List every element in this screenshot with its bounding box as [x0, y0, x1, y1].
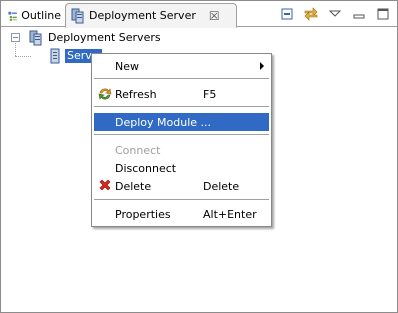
menu-item-label: Delete	[115, 179, 152, 193]
menu-item-accelerator: F5	[203, 87, 217, 101]
close-icon[interactable]: ☒	[209, 10, 220, 22]
tab-outline-label: Outline	[21, 9, 61, 22]
menu-item-properties[interactable]: Properties Alt+Enter	[94, 205, 269, 223]
menu-item-delete[interactable]: Delete Delete	[94, 177, 269, 195]
server-icon	[50, 48, 60, 64]
menu-item-disconnect[interactable]: Disconnect	[94, 159, 269, 177]
maximize-icon[interactable]	[375, 6, 391, 22]
collapse-all-icon[interactable]	[279, 6, 295, 22]
menu-item-label: Properties	[115, 207, 171, 221]
tab-outline[interactable]: Outline	[3, 4, 65, 27]
context-menu: New Refresh F5 Deploy Module ... Connect…	[91, 53, 272, 227]
menu-item-label: Deploy Module ...	[115, 115, 211, 129]
menu-item-label: Connect	[115, 143, 161, 157]
view-menu-icon[interactable]	[327, 6, 343, 22]
minimize-icon[interactable]	[351, 6, 367, 22]
menu-item-new[interactable]: New	[94, 57, 269, 75]
menu-item-refresh[interactable]: Refresh F5	[94, 85, 269, 103]
menu-item-label: Refresh	[115, 87, 157, 101]
tree-item-deployment-servers[interactable]: − Deployment Servers	[11, 30, 211, 46]
menu-item-deploy-module[interactable]: Deploy Module ...	[94, 113, 269, 131]
link-with-editor-icon[interactable]	[303, 6, 319, 22]
menu-separator	[94, 106, 269, 108]
tab-deployment-server-label: Deployment Server	[89, 9, 196, 22]
menu-separator	[94, 134, 269, 136]
view-toolbar	[279, 5, 391, 23]
delete-icon	[99, 179, 111, 191]
submenu-arrow-icon	[260, 62, 264, 70]
menu-separator	[94, 78, 269, 80]
menu-separator	[94, 199, 269, 201]
menu-item-label: Disconnect	[115, 161, 177, 175]
tree-item-label: Deployment Servers	[48, 31, 161, 44]
menu-item-accelerator: Alt+Enter	[203, 207, 257, 221]
collapse-toggle-icon[interactable]: −	[11, 33, 20, 42]
tree-guide-line	[15, 56, 31, 57]
menu-item-connect: Connect	[94, 141, 269, 159]
menu-item-label: New	[115, 59, 139, 73]
view-tab-bar: Outline Deployment Server ☒	[1, 1, 397, 28]
tab-deployment-server[interactable]: Deployment Server ☒	[65, 3, 237, 28]
menu-item-accelerator: Delete	[203, 179, 240, 193]
server-group-icon	[29, 30, 42, 46]
outline-icon	[8, 11, 17, 21]
refresh-icon	[98, 88, 112, 100]
view-window: Outline Deployment Server ☒ − Deployment…	[0, 0, 398, 313]
deployment-server-icon	[71, 8, 84, 23]
